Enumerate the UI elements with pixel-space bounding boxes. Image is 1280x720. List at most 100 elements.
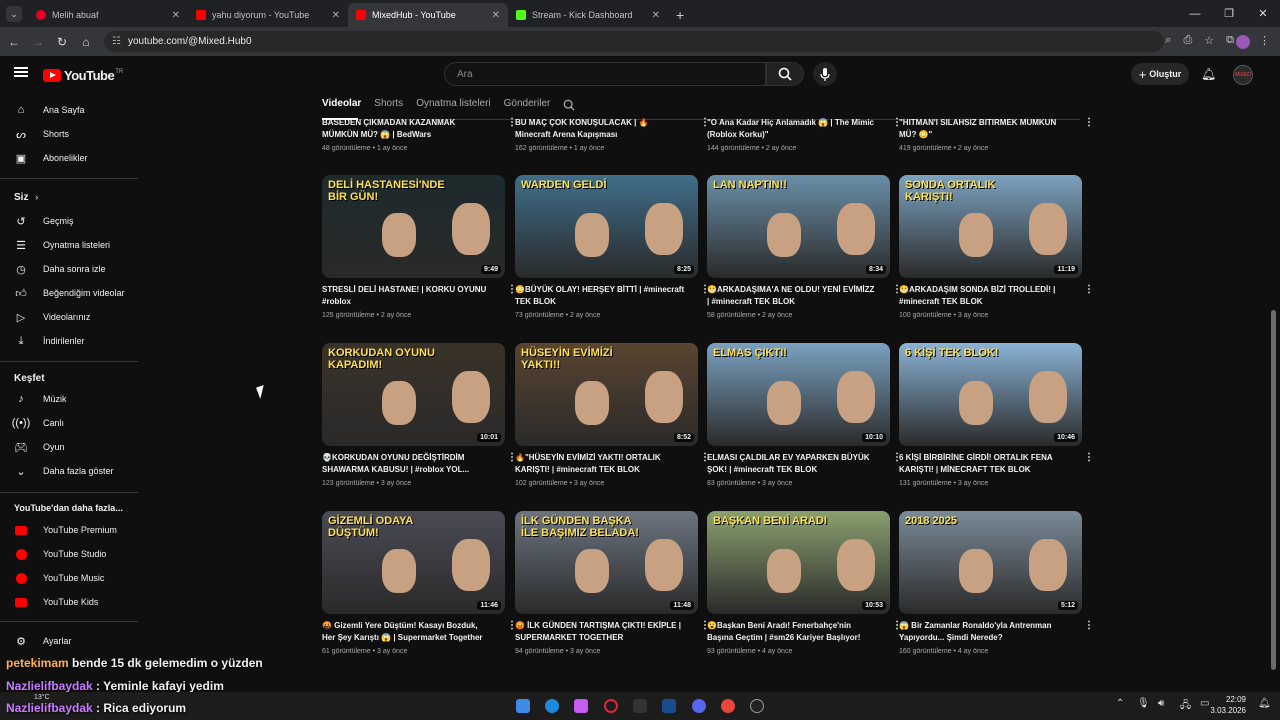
video-thumbnail[interactable]: ELMAS ÇIKTI! 10:10	[707, 343, 890, 446]
install-icon[interactable]: ⎙	[1183, 34, 1192, 47]
video-card[interactable]: 2018 2025 5:12 😱 Bir Zamanlar Ronaldo'yla …	[899, 511, 1094, 655]
sidebar-item-shorts[interactable]: ᔕ Shorts	[14, 124, 69, 144]
video-card[interactable]: "O Ana Kadar Hiç Anlamadık 😱 | The Mimic…	[707, 117, 902, 152]
battery-icon[interactable]: ▭	[1200, 698, 1209, 709]
video-title[interactable]: "O Ana Kadar Hiç Anlamadık 😱 | The Mimic…	[707, 117, 877, 141]
sidebar-you-heading[interactable]: Siz ›	[14, 192, 38, 203]
sidebar-item-music[interactable]: ♪ Müzik	[14, 389, 66, 409]
video-thumbnail[interactable]: WARDEN GELDİ 8:25	[515, 175, 698, 278]
browser-tab-3[interactable]: MixedHub - YouTube ✕	[348, 3, 508, 27]
star-icon[interactable]: ☆	[1204, 34, 1214, 47]
clock[interactable]: 22:09 3.03.2026	[1210, 694, 1246, 716]
video-thumbnail[interactable]: GİZEMLİ ODAYA DÜŞTÜM! 11:46	[322, 511, 505, 614]
video-title[interactable]: 😱 Bir Zamanlar Ronaldo'yla Antrenman Yap…	[899, 620, 1069, 644]
channel-avatar[interactable]: MIXED	[1233, 65, 1253, 85]
extensions-icon[interactable]: ⧉	[1226, 34, 1234, 47]
video-thumbnail[interactable]: 2018 2025 5:12	[899, 511, 1082, 614]
video-title[interactable]: 6 KİŞİ BİRBİRİNE GİRDİ! ORTALIK FENA KAR…	[899, 452, 1069, 476]
voice-search-button[interactable]	[813, 62, 837, 86]
sidebar-item-music-app[interactable]: YouTube Music	[14, 568, 104, 588]
sidebar-item-downloads[interactable]: ⤓ İndirilenler	[14, 331, 85, 351]
sidebar-item-home[interactable]: ⌂ Ana Sayfa	[14, 100, 85, 120]
tab-posts[interactable]: Gönderiler	[504, 98, 551, 111]
sidebar-item-gaming[interactable]: 🎮︎ Oyun	[14, 437, 65, 457]
close-icon[interactable]: ✕	[332, 10, 340, 21]
notification-icon[interactable]: 🔔︎	[1258, 698, 1271, 709]
search-input[interactable]: Ara	[444, 62, 766, 86]
browser-tab-4[interactable]: Stream - Kick Dashboard ✕	[508, 3, 668, 27]
epic-games-icon[interactable]	[633, 699, 647, 713]
sidebar-item-subscriptions[interactable]: ▣ Abonelikler	[14, 148, 88, 168]
video-card[interactable]: BAŞKAN BENİ ARADI 10:53 😮Başkan Beni Aradı…	[707, 511, 902, 655]
video-title[interactable]: 😳BÜYÜK OLAY! HERŞEY BİTTİ | #minecraft T…	[515, 284, 685, 308]
video-title[interactable]: 💀KORKUDAN OYUNU DEĞİŞTİRDİM SHAWARMA KAB…	[322, 452, 492, 476]
discord-icon[interactable]	[692, 699, 706, 713]
video-title[interactable]: 🔥"HÜSEYİN EVİMİZİ YAKTI! ORTALIK KARIŞTI…	[515, 452, 685, 476]
video-thumbnail[interactable]: 6 KİŞİ TEK BLOK! 10:46	[899, 343, 1082, 446]
video-title[interactable]: 😮Başkan Beni Aradı! Fenerbahçe'nin Başın…	[707, 620, 877, 644]
video-card[interactable]: "HITMAN'I SILAHSIZ BITIRMEK MUMKUN MÜ? 😳…	[899, 117, 1094, 152]
video-thumbnail[interactable]: LAN NAPTIN!! 8:34	[707, 175, 890, 278]
video-thumbnail[interactable]: HÜSEYİN EVİMİZİ YAKTI!! 8:52	[515, 343, 698, 446]
video-title[interactable]: "HITMAN'I SILAHSIZ BITIRMEK MUMKUN MÜ? 😳…	[899, 117, 1069, 141]
site-info-icon[interactable]: ☷	[112, 36, 121, 47]
minimize-icon[interactable]: —	[1178, 0, 1212, 27]
video-card[interactable]: GİZEMLİ ODAYA DÜŞTÜM! 11:46 🤬 Gizemli Yere…	[322, 511, 517, 655]
video-card[interactable]: BU MAÇ ÇOK KONUŞULACAK | 🔥 Minecraft Are…	[515, 117, 710, 152]
reload-icon[interactable]: ↻	[50, 35, 74, 49]
video-card[interactable]: SONDA ORTALIK KARIŞTI! 11:19 😬ARKADAŞIM SO…	[899, 175, 1094, 319]
more-actions-icon[interactable]: ⋮	[1084, 620, 1094, 631]
steam-icon[interactable]	[662, 699, 676, 713]
home-icon[interactable]: ⌂	[74, 35, 98, 49]
more-actions-icon[interactable]: ⋮	[1084, 452, 1094, 463]
video-card[interactable]: 6 KİŞİ TEK BLOK! 10:46 6 KİŞİ BİRBİRİNE Gİ…	[899, 343, 1094, 487]
close-icon[interactable]: ✕	[172, 10, 180, 21]
sidebar-item-live[interactable]: ((•)) Canlı	[12, 413, 64, 433]
menu-icon[interactable]	[14, 67, 28, 77]
video-title[interactable]: 😬ARKADAŞIMA'A NE OLDU! YENİ EVİMİZZ | #m…	[707, 284, 877, 308]
sidebar-item-studio[interactable]: YouTube Studio	[14, 544, 106, 564]
close-icon[interactable]: ✕	[492, 10, 500, 21]
video-title[interactable]: 😬ARKADAŞIM SONDA BİZİ TROLLEDİ! | #minec…	[899, 284, 1069, 308]
copilot-icon[interactable]	[574, 699, 588, 713]
sidebar-item-playlists[interactable]: ☰ Oynatma listeleri	[14, 235, 110, 255]
video-card[interactable]: İLK GÜNDEN BAŞKA İLE BAŞIMIZ BELADA! 11:4…	[515, 511, 710, 655]
youtube-logo[interactable]: YouTube TR	[43, 68, 123, 83]
video-title[interactable]: BASEDEN ÇIKMADAN KAZANMAK MÜMKÜN MÜ? 😱 |…	[322, 117, 492, 141]
browser-tab-1[interactable]: Melih abuaf ✕	[28, 3, 188, 27]
video-card[interactable]: LAN NAPTIN!! 8:34 😬ARKADAŞIMA'A NE OLDU! Y…	[707, 175, 902, 319]
forward-icon[interactable]: →	[26, 35, 50, 49]
sidebar-item-premium[interactable]: YouTube Premium	[14, 520, 117, 540]
network-icon[interactable]: 🖧	[1180, 698, 1191, 715]
video-title[interactable]: ELMASI ÇALDILAR EV YAPARKEN BÜYÜK ŞOK! |…	[707, 452, 877, 476]
start-icon[interactable]	[516, 699, 530, 713]
video-card[interactable]: DELİ HASTANESİ'NDE BİR GÜN! 9:49 STRESLİ D…	[322, 175, 517, 319]
video-card[interactable]: HÜSEYİN EVİMİZİ YAKTI!! 8:52 🔥"HÜSEYİN EVİ…	[515, 343, 710, 487]
sidebar-item-liked[interactable]: 👍︎ Beğendiğim videolar	[14, 283, 124, 303]
video-title[interactable]: 😡 İLK GÜNDEN TARTIŞMA ÇIKTI! EKİPLE | SU…	[515, 620, 685, 644]
sidebar-item-history[interactable]: ↺ Geçmiş	[14, 211, 73, 231]
video-card[interactable]: BASEDEN ÇIKMADAN KAZANMAK MÜMKÜN MÜ? 😱 |…	[322, 117, 517, 152]
obs-icon[interactable]	[750, 699, 764, 713]
sidebar-item-kids[interactable]: YouTube Kids	[14, 592, 98, 612]
more-actions-icon[interactable]: ⋮	[1084, 117, 1094, 128]
chevron-up-icon[interactable]: ⌃	[1116, 698, 1124, 709]
video-thumbnail[interactable]: DELİ HASTANESİ'NDE BİR GÜN! 9:49	[322, 175, 505, 278]
close-icon[interactable]: ✕	[652, 10, 660, 21]
weather-widget[interactable]: 13°C	[34, 694, 50, 701]
video-thumbnail[interactable]: KORKUDAN OYUNU KAPADIM! 10:01	[322, 343, 505, 446]
back-icon[interactable]: ←	[2, 35, 26, 49]
chrome-icon[interactable]	[721, 699, 735, 713]
notifications-icon[interactable]: 🔔︎	[1201, 67, 1216, 81]
video-title[interactable]: STRESLİ DELİ HASTANE! | KORKU OYUNU #rob…	[322, 284, 492, 308]
video-thumbnail[interactable]: BAŞKAN BENİ ARADI 10:53	[707, 511, 890, 614]
browser-tab-2[interactable]: yahu diyorum - YouTube ✕	[188, 3, 348, 27]
tab-videos[interactable]: Videolar	[322, 98, 361, 111]
tab-search-button[interactable]: ⌄	[6, 6, 22, 22]
video-thumbnail[interactable]: İLK GÜNDEN BAŞKA İLE BAŞIMIZ BELADA! 11:4…	[515, 511, 698, 614]
scrollbar[interactable]	[1270, 110, 1276, 670]
search-icon[interactable]	[563, 99, 575, 111]
video-title[interactable]: BU MAÇ ÇOK KONUŞULACAK | 🔥 Minecraft Are…	[515, 117, 685, 141]
video-card[interactable]: WARDEN GELDİ 8:25 😳BÜYÜK OLAY! HERŞEY BİTT…	[515, 175, 710, 319]
profile-avatar[interactable]	[1236, 35, 1250, 49]
